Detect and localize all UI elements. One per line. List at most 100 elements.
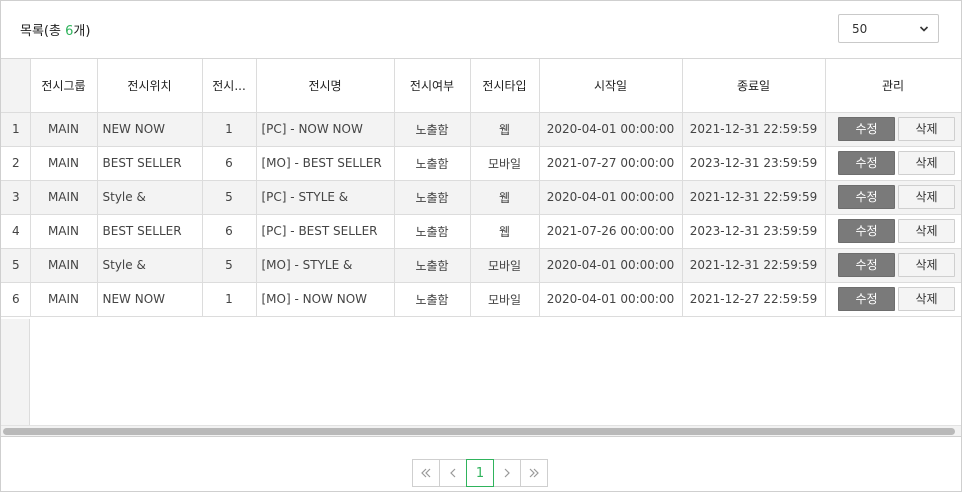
col-header-order[interactable]: 전시... xyxy=(202,59,257,113)
page-button-current[interactable]: 1 xyxy=(466,459,494,487)
cell-manage: 수정 삭제 xyxy=(825,180,961,215)
table-row[interactable]: 2 MAIN BEST SELLER 6 [MO] - BEST SELLER … xyxy=(1,146,961,181)
edit-button[interactable]: 수정 xyxy=(838,117,895,141)
cell-start: 2021-07-26 00:00:00 xyxy=(539,214,683,249)
delete-button[interactable]: 삭제 xyxy=(898,219,955,243)
cell-end: 2021-12-27 22:59:59 xyxy=(682,282,826,317)
cell-position: NEW NOW xyxy=(97,112,203,147)
first-page-button[interactable] xyxy=(412,459,440,487)
cell-order: 5 xyxy=(202,248,257,283)
cell-group: MAIN xyxy=(30,146,98,181)
next-page-button[interactable] xyxy=(493,459,521,487)
cell-order: 6 xyxy=(202,146,257,181)
cell-order: 1 xyxy=(202,112,257,147)
row-number: 4 xyxy=(1,214,31,249)
row-number: 6 xyxy=(1,282,31,317)
cell-visible: 노출함 xyxy=(394,248,471,283)
cell-type: 모바일 xyxy=(470,282,540,317)
cell-start: 2020-04-01 00:00:00 xyxy=(539,248,683,283)
delete-button[interactable]: 삭제 xyxy=(898,185,955,209)
list-title: 목록(총 6개) xyxy=(20,20,90,39)
cell-start: 2020-04-01 00:00:00 xyxy=(539,180,683,215)
last-page-button[interactable] xyxy=(520,459,548,487)
row-number: 2 xyxy=(1,146,31,181)
page-size-value: 50 xyxy=(852,22,868,36)
edit-button[interactable]: 수정 xyxy=(838,287,895,311)
cell-visible: 노출함 xyxy=(394,112,471,147)
edit-button[interactable]: 수정 xyxy=(838,253,895,277)
cell-visible: 노출함 xyxy=(394,214,471,249)
col-header-group[interactable]: 전시그룹 xyxy=(30,59,98,113)
cell-name: [MO] - NOW NOW xyxy=(256,282,395,317)
edit-button[interactable]: 수정 xyxy=(838,185,895,209)
cell-name: [MO] - STYLE & xyxy=(256,248,395,283)
cell-type: 모바일 xyxy=(470,248,540,283)
cell-position: Style & xyxy=(97,180,203,215)
double-chevron-left-icon xyxy=(421,468,431,478)
table-row[interactable]: 6 MAIN NEW NOW 1 [MO] - NOW NOW 노출함 모바일 … xyxy=(1,282,961,317)
row-number: 5 xyxy=(1,248,31,283)
delete-button[interactable]: 삭제 xyxy=(898,287,955,311)
cell-end: 2021-12-31 22:59:59 xyxy=(682,112,826,147)
delete-button[interactable]: 삭제 xyxy=(898,151,955,175)
cell-end: 2021-12-31 22:59:59 xyxy=(682,248,826,283)
table-row[interactable]: 5 MAIN Style & 5 [MO] - STYLE & 노출함 모바일 … xyxy=(1,248,961,283)
col-header-end[interactable]: 종료일 xyxy=(682,59,826,113)
cell-group: MAIN xyxy=(30,112,98,147)
cell-position: Style & xyxy=(97,248,203,283)
col-header-type[interactable]: 전시타입 xyxy=(470,59,540,113)
data-table: 전시그룹 전시위치 전시... 전시명 전시여부 전시타입 시작일 종료일 관리… xyxy=(1,59,961,317)
row-number: 1 xyxy=(1,112,31,147)
cell-manage: 수정 삭제 xyxy=(825,282,961,317)
cell-order: 6 xyxy=(202,214,257,249)
cell-start: 2020-04-01 00:00:00 xyxy=(539,282,683,317)
grid-empty-area xyxy=(1,319,961,426)
chevron-left-icon xyxy=(450,468,456,478)
row-number: 3 xyxy=(1,180,31,215)
col-header-rownum xyxy=(1,59,31,113)
col-header-name[interactable]: 전시명 xyxy=(256,59,395,113)
cell-manage: 수정 삭제 xyxy=(825,248,961,283)
cell-name: [PC] - NOW NOW xyxy=(256,112,395,147)
col-header-visible[interactable]: 전시여부 xyxy=(394,59,471,113)
horizontal-scrollbar[interactable] xyxy=(1,425,961,437)
scrollbar-thumb[interactable] xyxy=(3,428,955,435)
table-row[interactable]: 3 MAIN Style & 5 [PC] - STYLE & 노출함 웹 20… xyxy=(1,180,961,215)
col-header-manage: 관리 xyxy=(825,59,961,113)
cell-end: 2021-12-31 22:59:59 xyxy=(682,180,826,215)
cell-start: 2021-07-27 00:00:00 xyxy=(539,146,683,181)
table-header-row: 전시그룹 전시위치 전시... 전시명 전시여부 전시타입 시작일 종료일 관리 xyxy=(1,59,961,113)
col-header-position[interactable]: 전시위치 xyxy=(97,59,203,113)
cell-name: [PC] - STYLE & xyxy=(256,180,395,215)
pagination: 1 xyxy=(412,459,548,487)
rownum-strip xyxy=(1,319,30,426)
cell-name: [PC] - BEST SELLER xyxy=(256,214,395,249)
cell-group: MAIN xyxy=(30,214,98,249)
table-row[interactable]: 1 MAIN NEW NOW 1 [PC] - NOW NOW 노출함 웹 20… xyxy=(1,112,961,147)
cell-type: 웹 xyxy=(470,112,540,147)
data-grid: 전시그룹 전시위치 전시... 전시명 전시여부 전시타입 시작일 종료일 관리… xyxy=(1,58,961,438)
cell-visible: 노출함 xyxy=(394,146,471,181)
delete-button[interactable]: 삭제 xyxy=(898,117,955,141)
cell-visible: 노출함 xyxy=(394,180,471,215)
list-panel: 목록(총 6개) 50 전시그룹 전시위치 전시... 전시명 전시여부 전시타… xyxy=(0,0,962,492)
cell-group: MAIN xyxy=(30,282,98,317)
list-title-prefix: 목록(총 xyxy=(20,24,66,39)
col-header-start[interactable]: 시작일 xyxy=(539,59,683,113)
cell-name: [MO] - BEST SELLER xyxy=(256,146,395,181)
cell-order: 1 xyxy=(202,282,257,317)
edit-button[interactable]: 수정 xyxy=(838,151,895,175)
list-title-suffix: 개) xyxy=(73,24,91,39)
prev-page-button[interactable] xyxy=(439,459,467,487)
cell-visible: 노출함 xyxy=(394,282,471,317)
cell-manage: 수정 삭제 xyxy=(825,112,961,147)
edit-button[interactable]: 수정 xyxy=(838,219,895,243)
table-row[interactable]: 4 MAIN BEST SELLER 6 [PC] - BEST SELLER … xyxy=(1,214,961,249)
chevron-down-icon xyxy=(919,26,929,32)
cell-position: BEST SELLER xyxy=(97,146,203,181)
delete-button[interactable]: 삭제 xyxy=(898,253,955,277)
cell-manage: 수정 삭제 xyxy=(825,146,961,181)
cell-type: 웹 xyxy=(470,180,540,215)
page-size-select[interactable]: 50 xyxy=(838,14,939,43)
list-header: 목록(총 6개) 50 xyxy=(1,1,961,58)
